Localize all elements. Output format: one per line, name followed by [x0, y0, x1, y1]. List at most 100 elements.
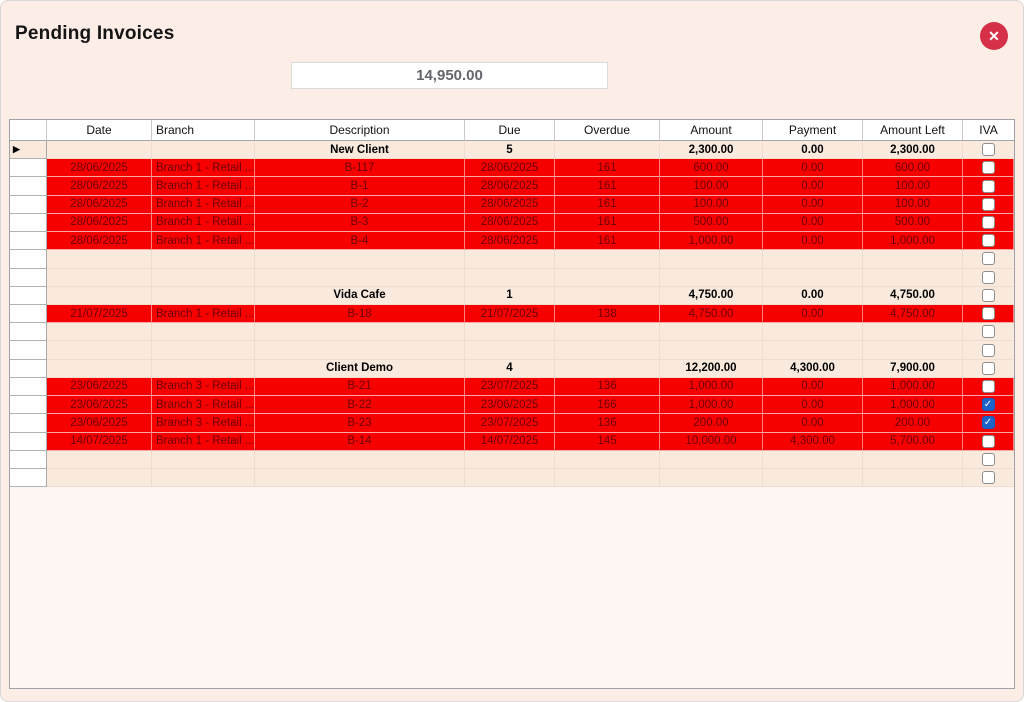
- cell-description[interactable]: B-14: [255, 432, 465, 451]
- cell-amount_left[interactable]: [863, 450, 963, 469]
- cell-due[interactable]: [465, 323, 555, 342]
- iva-checkbox[interactable]: [981, 379, 995, 393]
- iva-checkbox[interactable]: [982, 270, 995, 284]
- cell-payment[interactable]: 4,300.00: [763, 359, 863, 378]
- cell-description[interactable]: [255, 268, 465, 287]
- cell-branch[interactable]: Branch 3 - Retail ...: [152, 414, 255, 433]
- cell-payment[interactable]: 0.00: [763, 177, 863, 196]
- cell-amount[interactable]: 2,300.00: [660, 141, 763, 160]
- iva-checkbox[interactable]: [981, 215, 995, 229]
- iva-checkbox[interactable]: [982, 252, 995, 266]
- column-header-description[interactable]: Description: [255, 120, 465, 141]
- iva-checkbox[interactable]: ✓: [981, 416, 995, 430]
- cell-overdue[interactable]: [555, 268, 660, 287]
- cell-due[interactable]: 28/06/2025: [465, 232, 555, 251]
- cell-amount_left[interactable]: [863, 250, 963, 269]
- iva-checkbox[interactable]: [982, 361, 995, 375]
- cell-overdue[interactable]: 136: [555, 414, 660, 433]
- row-header-cell[interactable]: [10, 250, 47, 269]
- cell-amount[interactable]: [660, 250, 763, 269]
- row-header-cell[interactable]: [10, 377, 47, 397]
- cell-branch[interactable]: Branch 1 - Retail ...: [152, 177, 255, 196]
- cell-amount_left[interactable]: [863, 341, 963, 360]
- cell-description[interactable]: B-21: [255, 377, 465, 397]
- cell-description[interactable]: B-117: [255, 159, 465, 178]
- grid-corner-header[interactable]: [10, 120, 47, 141]
- cell-overdue[interactable]: [555, 141, 660, 160]
- cell-due[interactable]: 28/06/2025: [465, 177, 555, 196]
- column-header-overdue[interactable]: Overdue: [555, 120, 660, 141]
- cell-due[interactable]: [465, 450, 555, 469]
- cell-description[interactable]: [255, 323, 465, 342]
- cell-payment[interactable]: [763, 450, 863, 469]
- cell-overdue[interactable]: [555, 468, 660, 488]
- cell-amount_left[interactable]: 1,000.00: [863, 396, 963, 415]
- iva-checkbox[interactable]: [981, 161, 995, 175]
- cell-amount[interactable]: [660, 468, 763, 488]
- cell-overdue[interactable]: 136: [555, 377, 660, 397]
- cell-payment[interactable]: 0.00: [763, 141, 863, 160]
- cell-due[interactable]: 1: [465, 286, 555, 305]
- column-header-amount[interactable]: Amount: [660, 120, 763, 141]
- cell-branch[interactable]: [152, 359, 255, 378]
- cell-amount[interactable]: 10,000.00: [660, 432, 763, 451]
- cell-amount[interactable]: 1,000.00: [660, 232, 763, 251]
- column-header-date[interactable]: Date: [47, 120, 152, 141]
- cell-date[interactable]: 14/07/2025: [47, 432, 152, 451]
- cell-overdue[interactable]: 166: [555, 396, 660, 415]
- cell-amount[interactable]: 1,000.00: [660, 396, 763, 415]
- cell-payment[interactable]: 4,300.00: [763, 432, 863, 451]
- cell-due[interactable]: [465, 341, 555, 360]
- cell-amount_left[interactable]: 600.00: [863, 159, 963, 178]
- cell-overdue[interactable]: [555, 250, 660, 269]
- cell-description[interactable]: B-18: [255, 304, 465, 324]
- cell-branch[interactable]: [152, 268, 255, 287]
- row-header-cell[interactable]: [10, 286, 47, 305]
- cell-branch[interactable]: Branch 1 - Retail ...: [152, 232, 255, 251]
- cell-overdue[interactable]: 161: [555, 232, 660, 251]
- cell-date[interactable]: [47, 359, 152, 378]
- cell-overdue[interactable]: [555, 323, 660, 342]
- cell-branch[interactable]: [152, 141, 255, 160]
- iva-checkbox[interactable]: [982, 452, 995, 466]
- cell-date[interactable]: [47, 323, 152, 342]
- column-header-amount_left[interactable]: Amount Left: [863, 120, 963, 141]
- cell-payment[interactable]: [763, 468, 863, 488]
- cell-date[interactable]: [47, 450, 152, 469]
- cell-payment[interactable]: 0.00: [763, 213, 863, 233]
- cell-branch[interactable]: Branch 1 - Retail ...: [152, 195, 255, 214]
- cell-branch[interactable]: [152, 250, 255, 269]
- cell-date[interactable]: 21/07/2025: [47, 304, 152, 324]
- cell-payment[interactable]: 0.00: [763, 286, 863, 305]
- cell-amount_left[interactable]: 1,000.00: [863, 377, 963, 397]
- iva-checkbox[interactable]: [981, 179, 995, 193]
- cell-description[interactable]: B-4: [255, 232, 465, 251]
- cell-payment[interactable]: 0.00: [763, 304, 863, 324]
- cell-date[interactable]: [47, 268, 152, 287]
- cell-overdue[interactable]: [555, 286, 660, 305]
- cell-date[interactable]: [47, 341, 152, 360]
- cell-branch[interactable]: Branch 1 - Retail ...: [152, 159, 255, 178]
- cell-amount[interactable]: 600.00: [660, 159, 763, 178]
- cell-due[interactable]: 14/07/2025: [465, 432, 555, 451]
- cell-overdue[interactable]: 161: [555, 177, 660, 196]
- cell-amount_left[interactable]: 200.00: [863, 414, 963, 433]
- cell-date[interactable]: 28/06/2025: [47, 177, 152, 196]
- cell-overdue[interactable]: [555, 359, 660, 378]
- iva-checkbox[interactable]: [982, 143, 995, 157]
- iva-checkbox[interactable]: [982, 325, 995, 339]
- cell-date[interactable]: 28/06/2025: [47, 159, 152, 178]
- cell-date[interactable]: [47, 250, 152, 269]
- cell-amount_left[interactable]: 4,750.00: [863, 304, 963, 324]
- cell-amount[interactable]: 12,200.00: [660, 359, 763, 378]
- cell-payment[interactable]: [763, 341, 863, 360]
- close-button[interactable]: ✕: [980, 22, 1008, 50]
- cell-branch[interactable]: [152, 468, 255, 488]
- cell-description[interactable]: [255, 250, 465, 269]
- cell-amount[interactable]: 1,000.00: [660, 377, 763, 397]
- cell-amount_left[interactable]: 4,750.00: [863, 286, 963, 305]
- cell-amount_left[interactable]: 2,300.00: [863, 141, 963, 160]
- column-header-iva[interactable]: IVA: [963, 120, 1014, 141]
- cell-date[interactable]: [47, 286, 152, 305]
- cell-payment[interactable]: [763, 250, 863, 269]
